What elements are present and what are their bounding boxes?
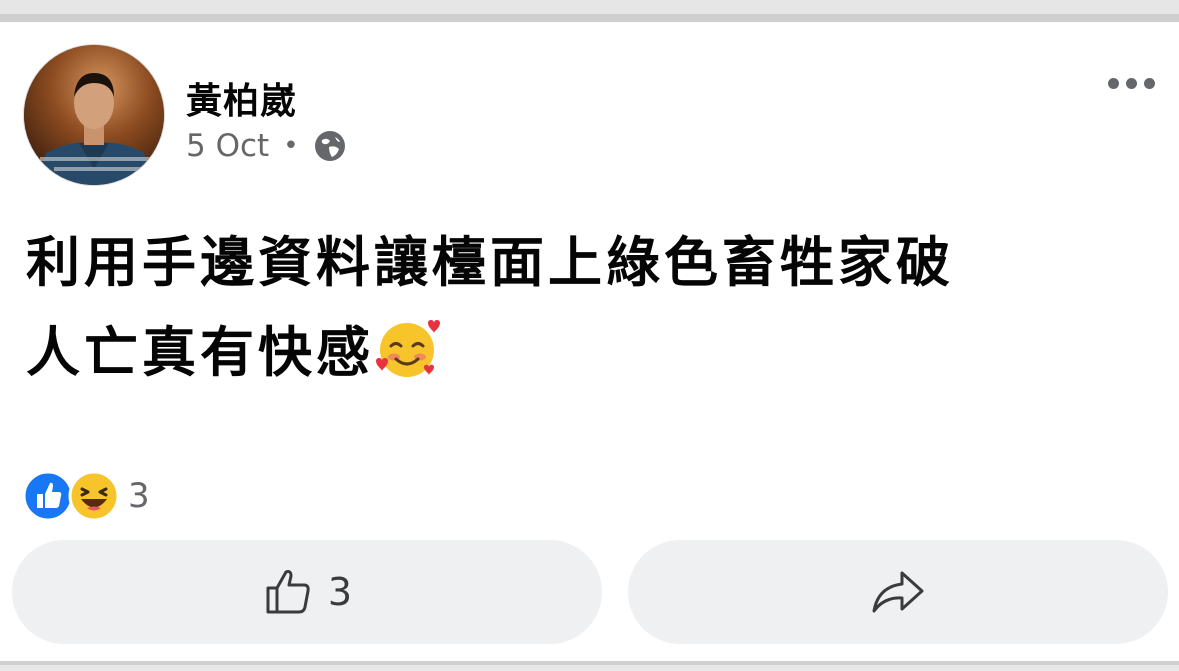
like-button[interactable]: 3 xyxy=(12,540,602,644)
post-text-line-1: 利用手邊資料讓檯面上綠色畜牲家破 xyxy=(26,231,954,294)
avatar[interactable] xyxy=(24,45,164,185)
globe-icon xyxy=(314,131,345,161)
share-button[interactable] xyxy=(628,540,1168,644)
smiling-face-with-hearts-emoji xyxy=(376,320,440,377)
post-meta: 5 Oct • xyxy=(186,128,347,164)
reactions-summary[interactable]: 3 xyxy=(22,470,150,522)
like-icon xyxy=(22,470,74,522)
thumbs-up-icon xyxy=(266,570,310,614)
post-text-line-2-row: 人亡真有快感 xyxy=(26,308,1146,398)
more-dot-icon xyxy=(1126,78,1137,89)
bottom-divider xyxy=(0,661,1179,671)
post-date[interactable]: 5 Oct xyxy=(186,128,269,164)
top-divider xyxy=(0,0,1179,22)
author-name[interactable]: 黃柏崴 xyxy=(186,72,297,124)
more-dot-icon xyxy=(1144,78,1155,89)
post-text-line-2: 人亡真有快感 xyxy=(26,321,374,384)
share-icon xyxy=(872,571,924,613)
post-card: 黃柏崴 5 Oct • 利用手邊資料讓檯面上綠色畜牲家破 人亡真有快感 3 3 xyxy=(0,0,1179,671)
haha-icon xyxy=(68,470,120,522)
avatar-photo xyxy=(24,45,164,185)
more-options-button[interactable] xyxy=(1108,78,1155,89)
meta-separator: • xyxy=(283,131,299,161)
more-dot-icon xyxy=(1108,78,1119,89)
post-body: 利用手邊資料讓檯面上綠色畜牲家破 人亡真有快感 xyxy=(26,218,1146,398)
like-count: 3 xyxy=(327,570,353,614)
reaction-count: 3 xyxy=(128,476,150,516)
